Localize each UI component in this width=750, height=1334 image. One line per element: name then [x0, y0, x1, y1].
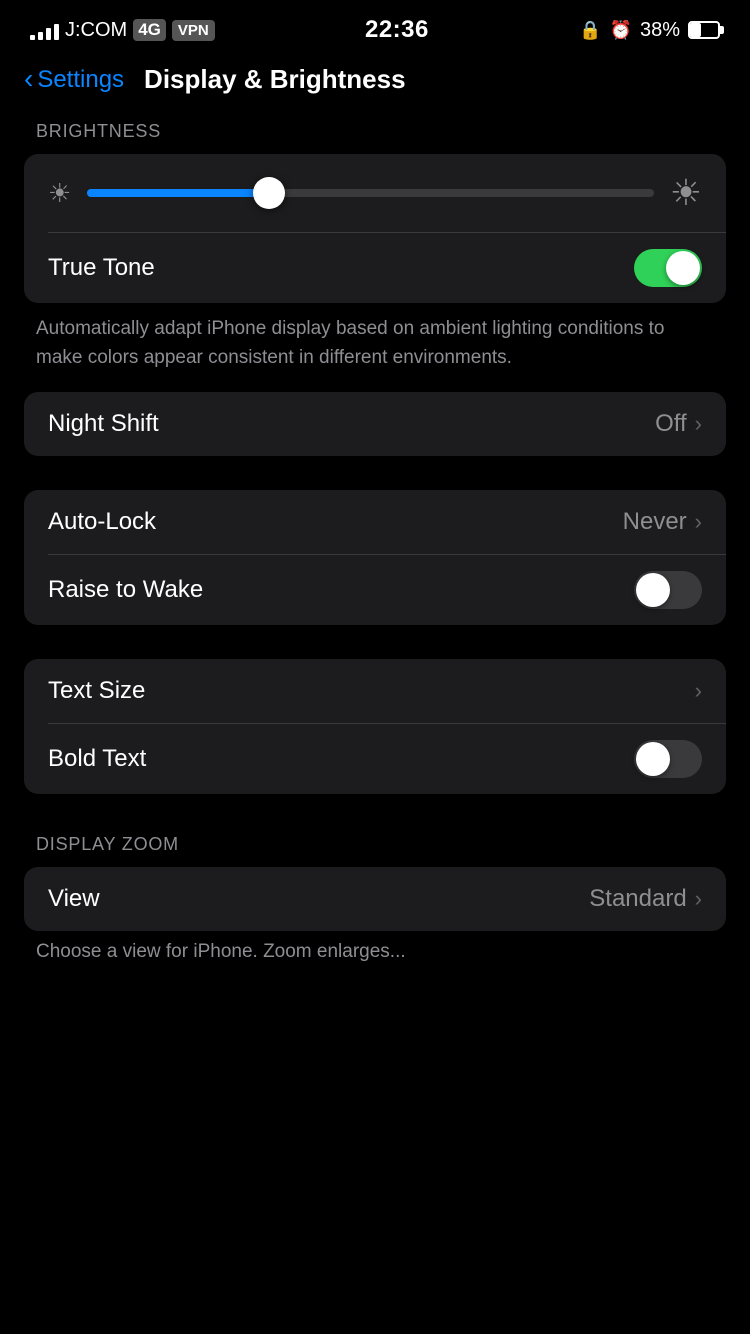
battery-fill	[690, 23, 701, 37]
network-badge: 4G	[133, 19, 166, 41]
text-size-value: ›	[695, 678, 702, 704]
status-bar: J:COM 4G VPN 22:36 🔒 ⏰ 38%	[0, 0, 750, 54]
auto-lock-status: Never	[623, 508, 687, 536]
sun-small-icon: ☀	[48, 178, 71, 209]
brightness-thumb[interactable]	[253, 177, 285, 209]
night-shift-row[interactable]: Night Shift Off ›	[24, 392, 726, 456]
text-size-label: Text Size	[48, 677, 145, 705]
back-chevron-icon: ‹	[24, 65, 33, 93]
true-tone-row: True Tone	[24, 233, 726, 303]
auto-lock-value: Never ›	[623, 508, 702, 536]
autolock-card: Auto-Lock Never › Raise to Wake	[24, 490, 726, 625]
text-card: Text Size › Bold Text	[24, 659, 726, 794]
back-label: Settings	[37, 66, 124, 94]
signal-bar-2	[38, 32, 43, 40]
bold-text-thumb	[636, 742, 670, 776]
signal-bar-1	[30, 35, 35, 40]
battery-icon	[688, 21, 720, 39]
signal-bars	[30, 20, 59, 40]
spacer-2	[0, 625, 750, 655]
status-left: J:COM 4G VPN	[30, 19, 215, 42]
status-right: 🔒 ⏰ 38%	[579, 19, 720, 42]
raise-to-wake-toggle[interactable]	[634, 571, 702, 609]
view-chevron: ›	[695, 886, 702, 912]
true-tone-thumb	[666, 251, 700, 285]
raise-to-wake-row: Raise to Wake	[24, 555, 726, 625]
text-size-row[interactable]: Text Size ›	[24, 659, 726, 723]
brightness-section-label: BRIGHTNESS	[0, 111, 750, 150]
lock-icon: 🔒	[579, 20, 601, 41]
view-status: Standard	[589, 885, 686, 913]
brightness-slider[interactable]	[87, 189, 653, 197]
night-shift-value: Off ›	[655, 410, 702, 438]
true-tone-label: True Tone	[48, 254, 155, 282]
alarm-icon: ⏰	[610, 20, 632, 41]
view-label: View	[48, 885, 100, 913]
night-shift-status: Off	[655, 410, 687, 438]
spacer-3	[0, 794, 750, 824]
night-shift-card: Night Shift Off ›	[24, 392, 726, 456]
status-time: 22:36	[365, 16, 429, 44]
raise-to-wake-label: Raise to Wake	[48, 576, 203, 604]
view-card: View Standard ›	[24, 867, 726, 931]
bottom-note: Choose a view for iPhone. Zoom enlarges.…	[0, 931, 750, 973]
view-row[interactable]: View Standard ›	[24, 867, 726, 931]
bold-text-label: Bold Text	[48, 745, 146, 773]
sun-large-icon: ☀	[670, 172, 702, 214]
display-zoom-section-label: DISPLAY ZOOM	[0, 824, 750, 863]
text-size-chevron: ›	[695, 678, 702, 704]
true-tone-description: Automatically adapt iPhone display based…	[0, 303, 750, 388]
raise-to-wake-thumb	[636, 573, 670, 607]
auto-lock-label: Auto-Lock	[48, 508, 156, 536]
brightness-slider-row[interactable]: ☀ ☀	[24, 154, 726, 232]
bold-text-toggle[interactable]	[634, 740, 702, 778]
brightness-fill	[87, 189, 268, 197]
brightness-card: ☀ ☀ True Tone	[24, 154, 726, 303]
nav-header: ‹ Settings Display & Brightness	[0, 54, 750, 111]
spacer-1	[0, 456, 750, 486]
signal-bar-4	[54, 24, 59, 40]
page-title: Display & Brightness	[144, 64, 406, 95]
auto-lock-chevron: ›	[695, 509, 702, 535]
signal-bar-3	[46, 28, 51, 40]
bold-text-row: Bold Text	[24, 724, 726, 794]
true-tone-toggle[interactable]	[634, 249, 702, 287]
view-value: Standard ›	[589, 885, 702, 913]
carrier-label: J:COM	[65, 19, 127, 42]
back-button[interactable]: ‹ Settings	[24, 66, 124, 94]
night-shift-label: Night Shift	[48, 410, 159, 438]
vpn-badge: VPN	[172, 20, 215, 41]
auto-lock-row[interactable]: Auto-Lock Never ›	[24, 490, 726, 554]
battery-percentage: 38%	[640, 19, 680, 42]
night-shift-chevron: ›	[695, 411, 702, 437]
